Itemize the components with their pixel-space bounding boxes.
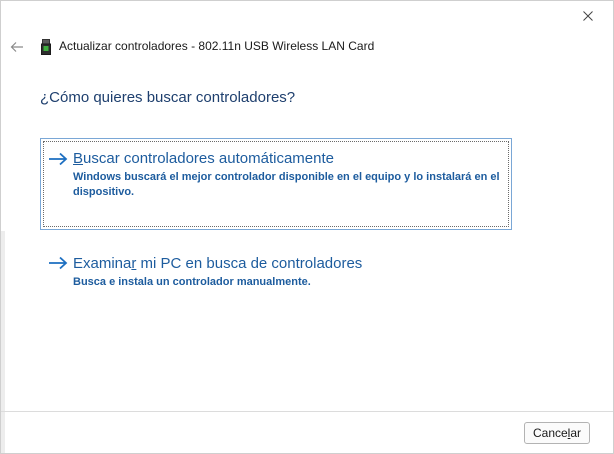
page-heading: ¿Cómo quieres buscar controladores? xyxy=(40,89,296,106)
close-icon xyxy=(583,11,593,21)
option-description: Busca e instala un controlador manualmen… xyxy=(73,276,311,288)
update-drivers-dialog: Actualizar controladores - 802.11n USB W… xyxy=(0,0,614,454)
arrow-right-icon xyxy=(49,152,68,166)
network-adapter-icon xyxy=(41,39,51,55)
cancel-label: ar xyxy=(570,426,582,440)
close-button[interactable] xyxy=(565,1,611,31)
option-title: Buscar controladores automáticamente xyxy=(73,150,501,168)
footer-divider xyxy=(1,411,613,412)
accelerator-letter: B xyxy=(73,150,84,167)
cancel-button[interactable]: Cance l ar xyxy=(524,422,590,444)
arrow-right-icon xyxy=(49,256,68,270)
back-button[interactable] xyxy=(7,37,27,57)
cancel-label: Cance xyxy=(532,426,568,440)
option-description: Windows buscará el mejor controlador dis… xyxy=(73,171,500,198)
back-arrow-icon xyxy=(10,42,23,52)
option-title-text: uscar controladores automáticamente xyxy=(83,150,334,167)
background-strip xyxy=(1,231,5,453)
option-title-text: mi PC en busca de controladores xyxy=(136,255,363,272)
option-title: Examinar mi PC en busca de controladores xyxy=(73,255,501,273)
dialog-title: Actualizar controladores - 802.11n USB W… xyxy=(59,39,375,53)
browse-my-pc-option[interactable]: Examinar mi PC en busca de controladores… xyxy=(40,244,512,294)
search-automatically-option[interactable]: Buscar controladores automáticamente Win… xyxy=(40,138,512,230)
option-title-text: Examina xyxy=(73,255,132,272)
